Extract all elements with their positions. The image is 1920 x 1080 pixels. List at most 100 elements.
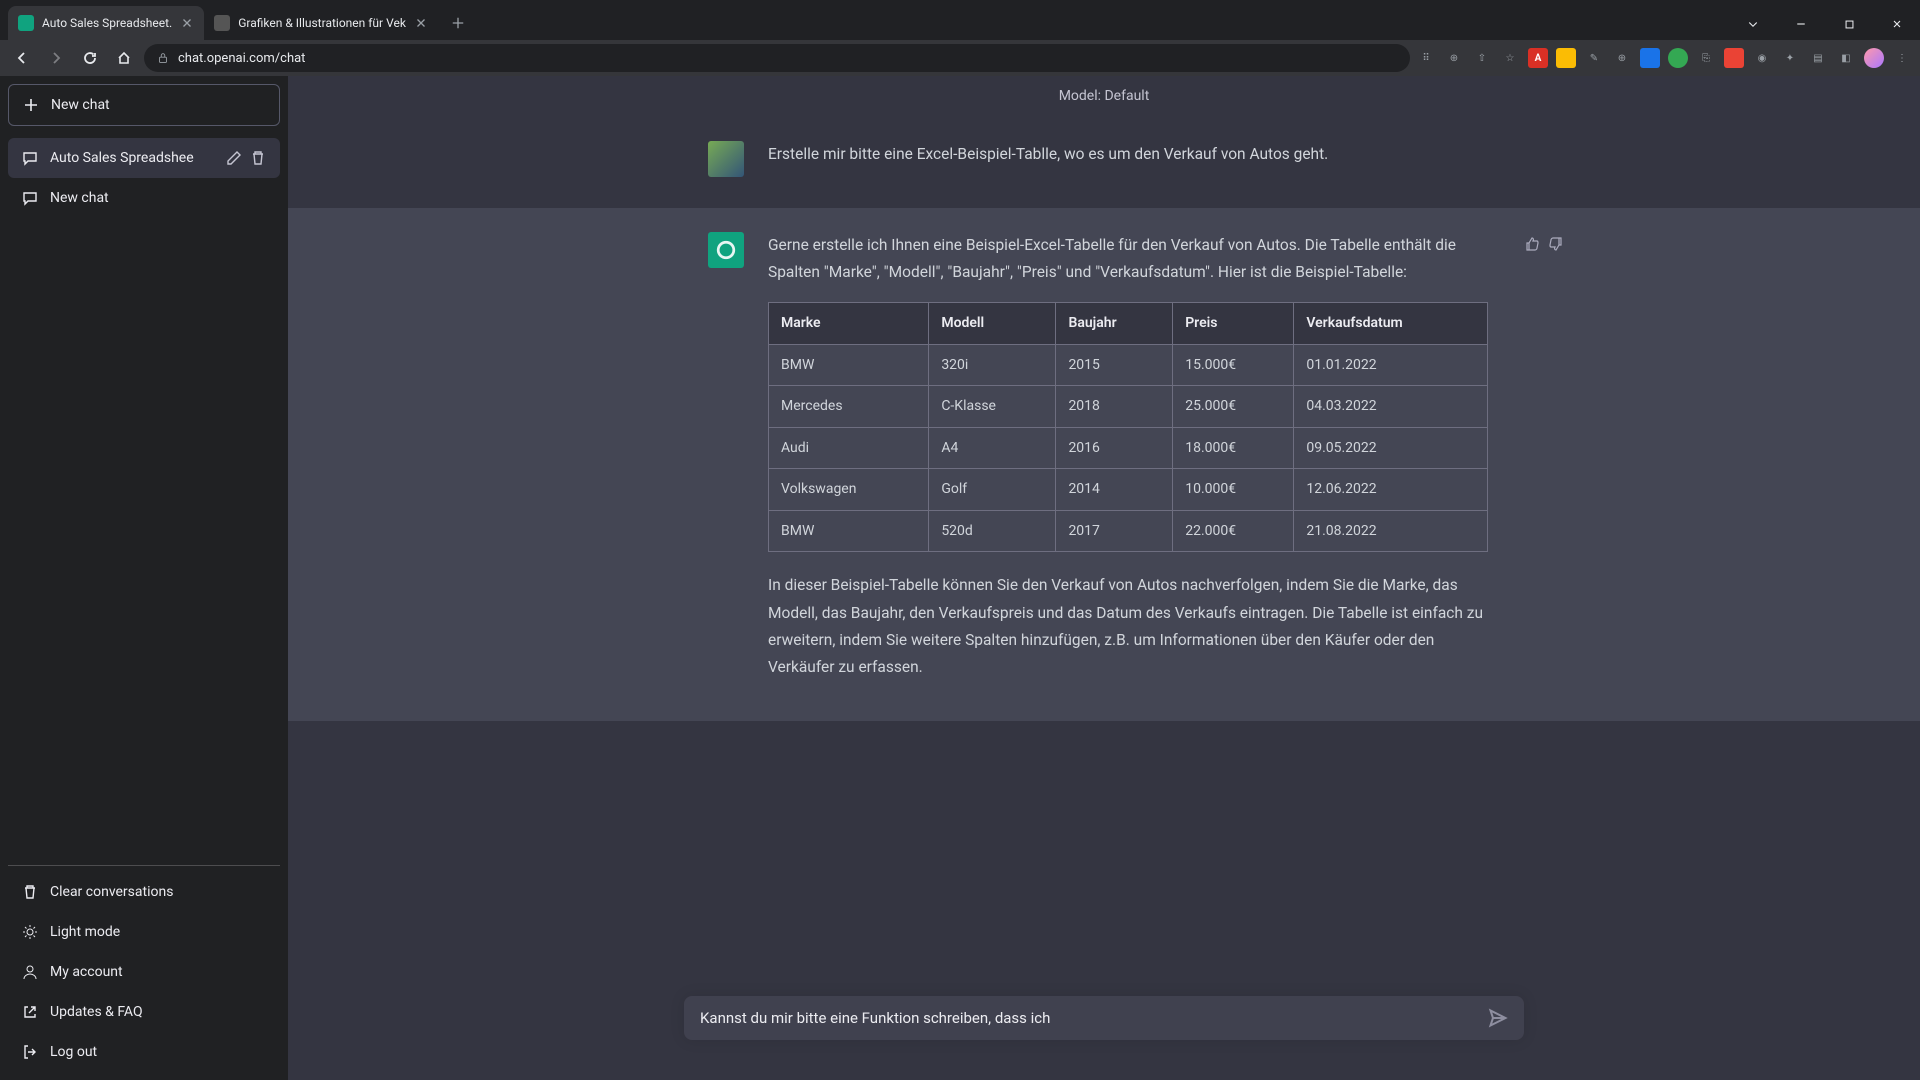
table-cell: 25.000€ (1173, 386, 1294, 428)
tab-favicon-icon (18, 15, 34, 31)
my-account-button[interactable]: My account (8, 952, 280, 992)
light-mode-label: Light mode (50, 924, 120, 940)
table-header-row: Marke Modell Baujahr Preis Verkaufsdatum (769, 303, 1488, 345)
conversation-item[interactable]: New chat (8, 178, 280, 218)
table-cell: 09.05.2022 (1294, 427, 1488, 469)
table-cell: Mercedes (769, 386, 929, 428)
close-window-icon[interactable] (1874, 8, 1920, 40)
light-mode-button[interactable]: Light mode (8, 912, 280, 952)
table-cell: 15.000€ (1173, 344, 1294, 386)
conversation-label: New chat (50, 190, 266, 206)
minimize-icon[interactable] (1778, 8, 1824, 40)
table-cell: C-Klasse (929, 386, 1056, 428)
composer[interactable] (684, 996, 1524, 1040)
profile-avatar[interactable] (1864, 48, 1884, 68)
extension-icon[interactable]: ◉ (1752, 48, 1772, 68)
tab-favicon-icon (214, 15, 230, 31)
trash-icon[interactable] (250, 150, 266, 166)
new-tab-button[interactable] (444, 9, 472, 37)
conversation-label: Auto Sales Spreadshee (50, 150, 214, 166)
table-cell: BMW (769, 344, 929, 386)
logout-label: Log out (50, 1044, 97, 1060)
user-icon (22, 964, 38, 980)
browser-tab[interactable]: Grafiken & Illustrationen für Vek (204, 6, 438, 40)
send-icon[interactable] (1488, 1008, 1508, 1028)
chevron-down-icon[interactable] (1730, 8, 1776, 40)
extension-icon[interactable]: ▤ (1808, 48, 1828, 68)
conversation-item[interactable]: Auto Sales Spreadshee (8, 138, 280, 178)
extension-icon[interactable] (1640, 48, 1660, 68)
extension-icon[interactable] (1724, 48, 1744, 68)
translate-icon[interactable]: ⠿ (1416, 48, 1436, 68)
sidebar: New chat Auto Sales Spreadshee New chat … (0, 76, 288, 1080)
thumbs-down-icon[interactable] (1548, 236, 1564, 252)
kebab-menu-icon[interactable]: ⋮ (1892, 48, 1912, 68)
table-cell: 10.000€ (1173, 469, 1294, 511)
sidepanel-icon[interactable]: ◧ (1836, 48, 1856, 68)
forward-button[interactable] (42, 44, 70, 72)
table-cell: 2017 (1056, 510, 1173, 552)
extension-icon[interactable] (1556, 48, 1576, 68)
chat-icon (22, 190, 38, 206)
table-cell: BMW (769, 510, 929, 552)
tab-title: Grafiken & Illustrationen für Vek (238, 16, 406, 30)
table-cell: Volkswagen (769, 469, 929, 511)
updates-label: Updates & FAQ (50, 1004, 143, 1020)
table-cell: 2015 (1056, 344, 1173, 386)
updates-faq-button[interactable]: Updates & FAQ (8, 992, 280, 1032)
extensions-menu-icon[interactable]: ✦ (1780, 48, 1800, 68)
openai-icon (715, 239, 737, 261)
new-chat-label: New chat (51, 97, 110, 113)
col-header: Preis (1173, 303, 1294, 345)
table-cell: Audi (769, 427, 929, 469)
table-row: VolkswagenGolf201410.000€12.06.2022 (769, 469, 1488, 511)
extension-icon[interactable]: ⊕ (1612, 48, 1632, 68)
table-cell: 520d (929, 510, 1056, 552)
table-cell: Golf (929, 469, 1056, 511)
model-label: Model: Default (288, 76, 1920, 117)
extension-icon[interactable]: A (1528, 48, 1548, 68)
assistant-outro-text: In dieser Beispiel-Tabelle können Sie de… (768, 572, 1500, 681)
lock-icon (156, 51, 170, 65)
back-button[interactable] (8, 44, 36, 72)
assistant-avatar (708, 232, 744, 268)
zoom-icon[interactable]: ⊕ (1444, 48, 1464, 68)
star-icon[interactable]: ☆ (1500, 48, 1520, 68)
browser-tab-active[interactable]: Auto Sales Spreadsheet. (8, 6, 204, 40)
messages-scroll[interactable]: Erstelle mir bitte eine Excel-Beispiel-T… (288, 117, 1920, 976)
maximize-icon[interactable] (1826, 8, 1872, 40)
assistant-intro-text: Gerne erstelle ich Ihnen eine Beispiel-E… (768, 232, 1500, 286)
clear-label: Clear conversations (50, 884, 173, 900)
message-assistant: Gerne erstelle ich Ihnen eine Beispiel-E… (288, 208, 1920, 721)
edit-icon[interactable] (226, 150, 242, 166)
share-icon[interactable]: ⇧ (1472, 48, 1492, 68)
message-input[interactable] (700, 1009, 1488, 1027)
table-cell: 12.06.2022 (1294, 469, 1488, 511)
table-cell: 320i (929, 344, 1056, 386)
address-bar[interactable]: chat.openai.com/chat (144, 44, 1410, 72)
thumbs-up-icon[interactable] (1524, 236, 1540, 252)
browser-toolbar: chat.openai.com/chat ⠿ ⊕ ⇧ ☆ A ✎ ⊕ ⎘ ◉ ✦… (0, 40, 1920, 76)
table-cell: 01.01.2022 (1294, 344, 1488, 386)
close-icon[interactable] (414, 16, 428, 30)
table-cell: A4 (929, 427, 1056, 469)
reload-button[interactable] (76, 44, 104, 72)
home-button[interactable] (110, 44, 138, 72)
composer-area (288, 976, 1920, 1080)
table-cell: 22.000€ (1173, 510, 1294, 552)
new-chat-button[interactable]: New chat (8, 84, 280, 126)
chat-icon (22, 150, 38, 166)
data-table: Marke Modell Baujahr Preis Verkaufsdatum… (768, 302, 1488, 552)
extension-icon[interactable] (1668, 48, 1688, 68)
table-row: BMW320i201515.000€01.01.2022 (769, 344, 1488, 386)
close-icon[interactable] (180, 16, 194, 30)
col-header: Modell (929, 303, 1056, 345)
extension-icon[interactable]: ⎘ (1696, 48, 1716, 68)
sidebar-bottom: Clear conversations Light mode My accoun… (8, 865, 280, 1072)
clear-conversations-button[interactable]: Clear conversations (8, 872, 280, 912)
col-header: Verkaufsdatum (1294, 303, 1488, 345)
extension-icon[interactable]: ✎ (1584, 48, 1604, 68)
logout-button[interactable]: Log out (8, 1032, 280, 1072)
table-row: BMW520d201722.000€21.08.2022 (769, 510, 1488, 552)
feedback-buttons (1524, 236, 1564, 252)
